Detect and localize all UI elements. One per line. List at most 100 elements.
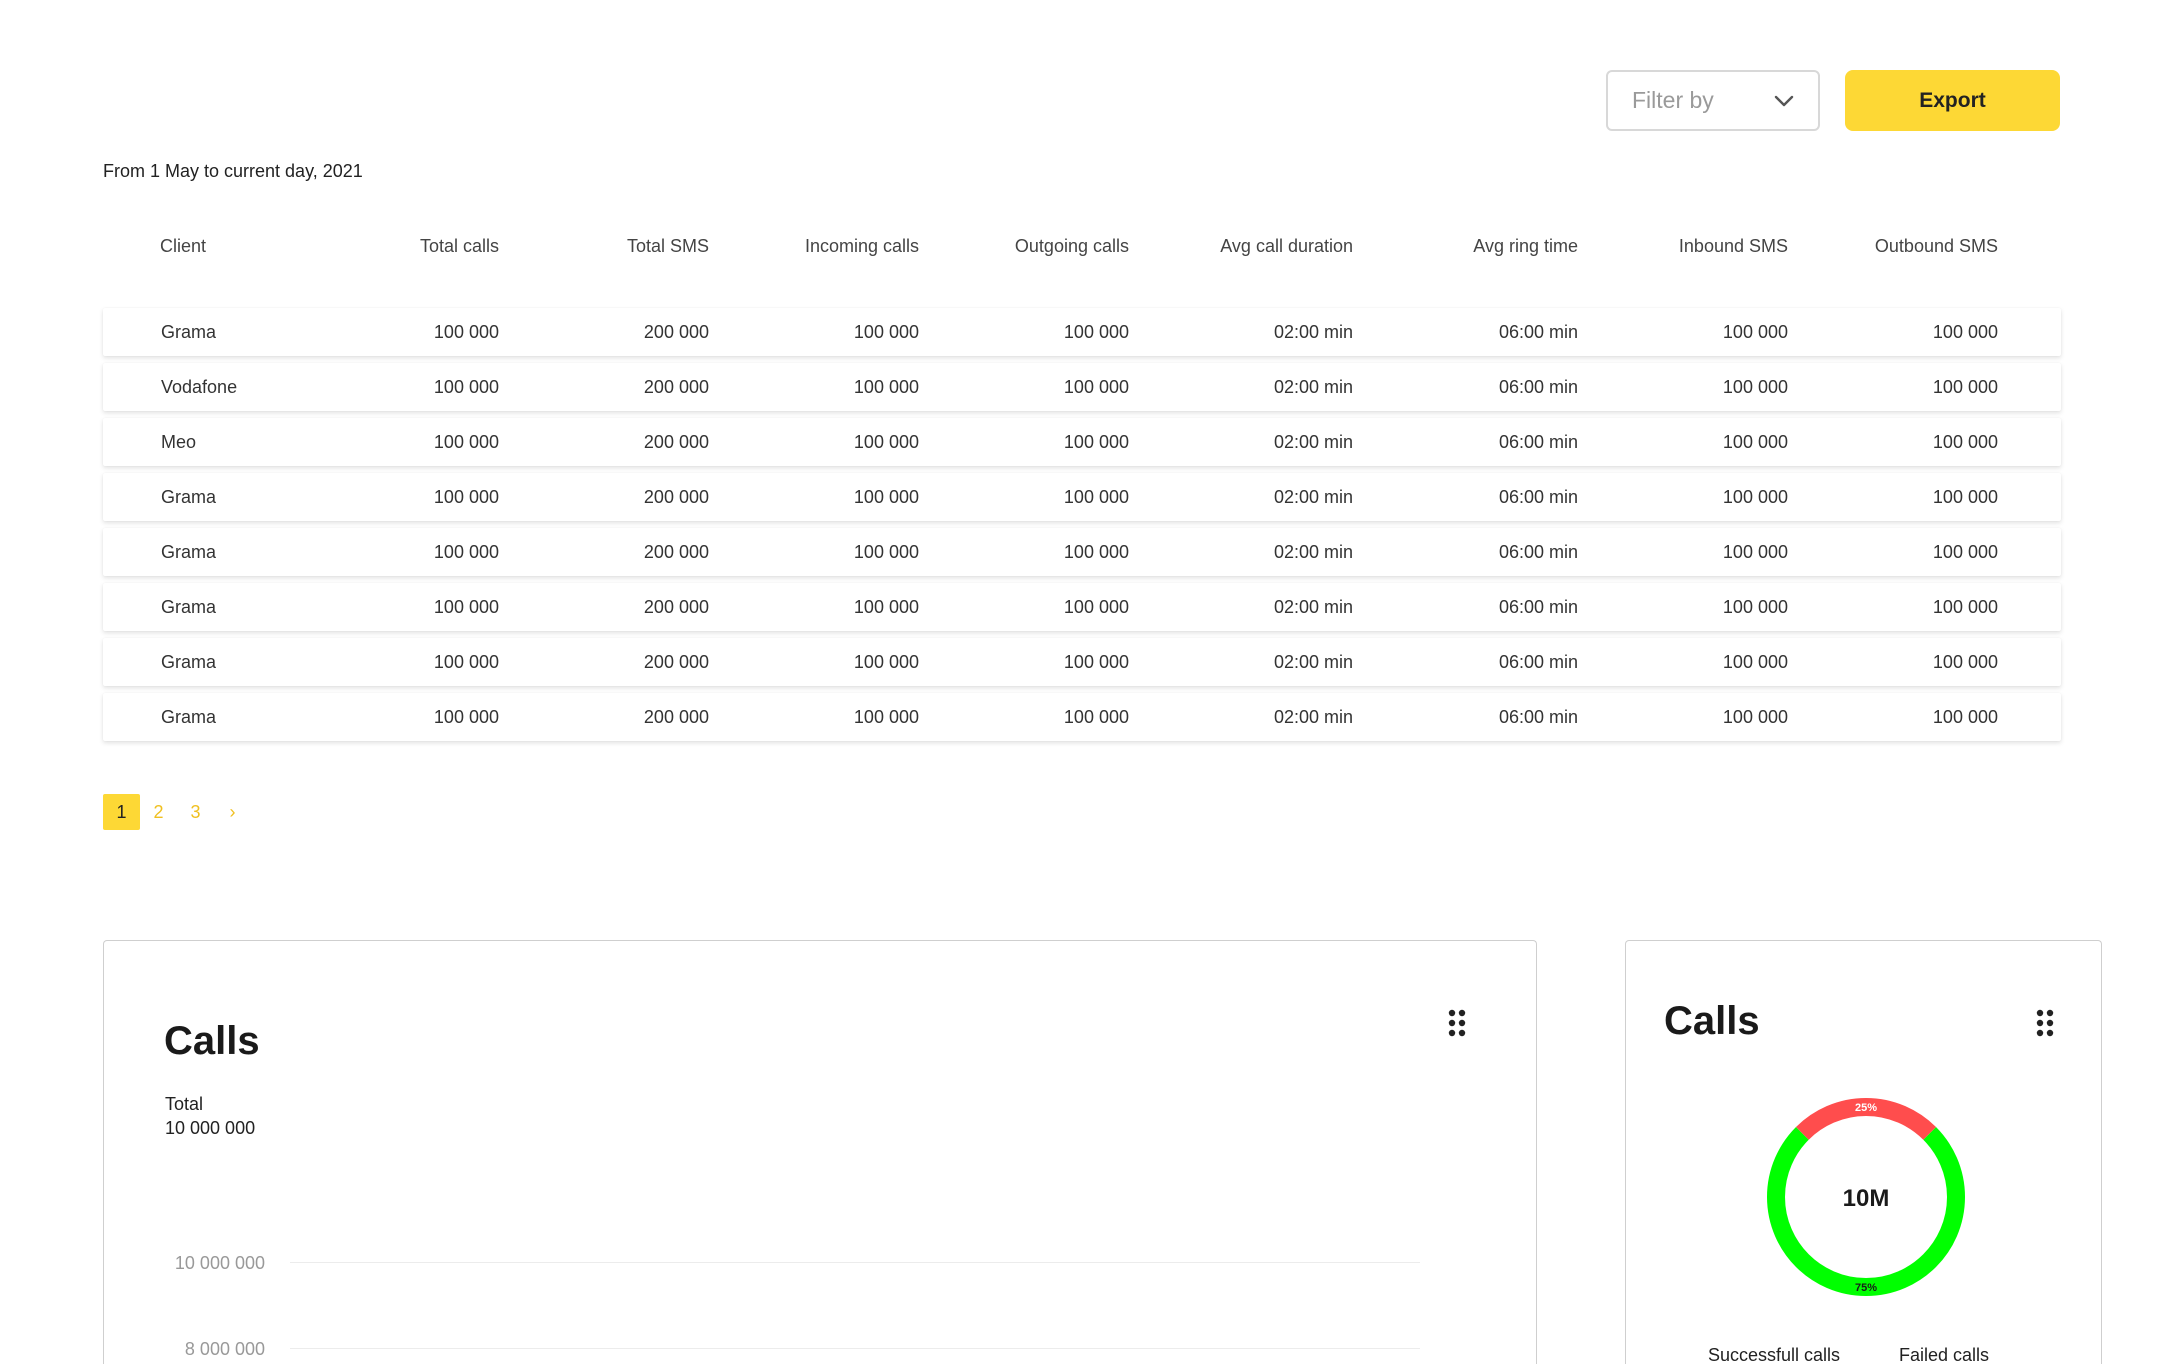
cell-avg-ring-time: 06:00 min — [1498, 707, 1578, 727]
cell-avg-ring-time: 06:00 min — [1498, 487, 1578, 507]
table-row[interactable]: Grama 100 000 200 000 100 000 100 000 02:00 m… — [103, 473, 2061, 521]
cell-client: Vodafone — [161, 377, 238, 397]
cell-outbound-sms: 100 000 — [1932, 322, 1998, 342]
table-row[interactable]: Grama 100 000 200 000 100 000 100 000 02:00 m… — [103, 583, 2061, 631]
cell-avg-call-duration: 02:00 min — [1273, 597, 1353, 617]
page-1-button[interactable]: 1 — [103, 794, 140, 830]
cell-incoming-calls: 100 000 — [853, 432, 919, 452]
page-3-button[interactable]: 3 — [177, 794, 214, 830]
cell-total-sms: 200 000 — [643, 432, 709, 452]
gridline — [290, 1348, 1420, 1349]
gridline — [290, 1262, 1420, 1263]
total-label: Total — [165, 1094, 204, 1114]
cell-outgoing-calls: 100 000 — [1063, 322, 1129, 342]
cell-total-calls: 100 000 — [433, 487, 499, 507]
cell-avg-call-duration: 02:00 min — [1273, 487, 1353, 507]
calls-donut-title: Calls — [1664, 999, 1760, 1043]
next-page-button[interactable]: › — [214, 794, 251, 830]
cell-total-calls: 100 000 — [433, 322, 499, 342]
cell-outgoing-calls: 100 000 — [1063, 377, 1129, 397]
cell-client: Grama — [161, 652, 217, 672]
table-row[interactable]: Grama 100 000 200 000 100 000 100 000 02:00 m… — [103, 693, 2061, 741]
cell-avg-call-duration: 02:00 min — [1273, 652, 1353, 672]
cell-incoming-calls: 100 000 — [853, 597, 919, 617]
cell-total-sms: 200 000 — [643, 597, 709, 617]
cell-outbound-sms: 100 000 — [1932, 652, 1998, 672]
calls-donut-chart: 25% 75% 10M — [1767, 1098, 1965, 1296]
cell-inbound-sms: 100 000 — [1722, 707, 1788, 727]
calls-chart-card: Calls Total 10 000 000 10 000 000 8 000 … — [103, 940, 1537, 1364]
drag-handle-icon[interactable] — [2036, 1009, 2054, 1037]
table-header: Client Total calls Total SMS Incoming ca… — [103, 236, 2061, 272]
calls-card-title: Calls — [164, 1019, 260, 1063]
cell-client: Grama — [161, 707, 217, 727]
failed-percent-label: 25% — [1855, 1102, 1877, 1114]
successful-percent-label: 75% — [1855, 1282, 1877, 1294]
cell-total-calls: 100 000 — [433, 597, 499, 617]
cell-incoming-calls: 100 000 — [853, 487, 919, 507]
col-header-avg-call-duration: Avg call duration — [1220, 236, 1353, 256]
cell-incoming-calls: 100 000 — [853, 377, 919, 397]
page-2-button[interactable]: 2 — [140, 794, 177, 830]
y-tick-label: 10 000 000 — [174, 1253, 265, 1273]
cell-avg-ring-time: 06:00 min — [1498, 542, 1578, 562]
cell-inbound-sms: 100 000 — [1722, 597, 1788, 617]
cell-total-sms: 200 000 — [643, 652, 709, 672]
cell-incoming-calls: 100 000 — [853, 652, 919, 672]
cell-outgoing-calls: 100 000 — [1063, 487, 1129, 507]
table-row[interactable]: Grama 100 000 200 000 100 000 100 000 02:00 m… — [103, 528, 2061, 576]
filter-placeholder: Filter by — [1632, 87, 1714, 113]
table-row[interactable]: Vodafone 100 000 200 000 100 000 100 000 02:0… — [103, 363, 2061, 411]
col-header-client: Client — [160, 236, 207, 256]
col-header-avg-ring-time: Avg ring time — [1473, 236, 1578, 256]
table-row[interactable]: Grama 100 000 200 000 100 000 100 000 02:00 m… — [103, 308, 2061, 356]
cell-incoming-calls: 100 000 — [853, 707, 919, 727]
cell-avg-call-duration: 02:00 min — [1273, 707, 1353, 727]
cell-total-sms: 200 000 — [643, 707, 709, 727]
cell-outbound-sms: 100 000 — [1932, 542, 1998, 562]
cell-outbound-sms: 100 000 — [1932, 487, 1998, 507]
cell-total-sms: 200 000 — [643, 542, 709, 562]
legend-failed-calls: Failed calls — [1899, 1345, 1990, 1364]
cell-inbound-sms: 100 000 — [1722, 487, 1788, 507]
date-range-label: From 1 May to current day, 2021 — [103, 161, 363, 181]
cell-avg-ring-time: 06:00 min — [1498, 597, 1578, 617]
cell-avg-ring-time: 06:00 min — [1498, 377, 1578, 397]
cell-outgoing-calls: 100 000 — [1063, 597, 1129, 617]
col-header-total-calls: Total calls — [419, 236, 499, 256]
cell-avg-ring-time: 06:00 min — [1498, 432, 1578, 452]
cell-total-calls: 100 000 — [433, 432, 499, 452]
cell-avg-call-duration: 02:00 min — [1273, 542, 1353, 562]
col-header-outgoing-calls: Outgoing calls — [1014, 236, 1129, 256]
cell-outbound-sms: 100 000 — [1932, 707, 1998, 727]
col-header-inbound-sms: Inbound SMS — [1678, 236, 1788, 256]
calls-donut-card: Calls 25% 75% 10M Successfull calls Fail… — [1625, 940, 2102, 1364]
filter-dropdown[interactable]: Filter by — [1606, 70, 1820, 131]
cell-avg-call-duration: 02:00 min — [1273, 322, 1353, 342]
cell-total-calls: 100 000 — [433, 542, 499, 562]
cell-inbound-sms: 100 000 — [1722, 432, 1788, 452]
pagination: 1 2 3 › — [103, 794, 251, 830]
cell-total-calls: 100 000 — [433, 707, 499, 727]
total-value: 10 000 000 — [165, 1118, 256, 1138]
cell-client: Grama — [161, 597, 217, 617]
drag-handle-icon[interactable] — [1448, 1009, 1466, 1037]
cell-total-calls: 100 000 — [433, 377, 499, 397]
cell-total-sms: 200 000 — [643, 487, 709, 507]
page: Filter by Export From 1 May to current d… — [0, 0, 2184, 1364]
cell-avg-ring-time: 06:00 min — [1498, 322, 1578, 342]
col-header-outbound-sms: Outbound SMS — [1874, 236, 1998, 256]
cell-outgoing-calls: 100 000 — [1063, 542, 1129, 562]
cell-avg-ring-time: 06:00 min — [1498, 652, 1578, 672]
cell-inbound-sms: 100 000 — [1722, 652, 1788, 672]
legend-successful-calls: Successfull calls — [1708, 1345, 1841, 1364]
y-tick-label: 8 000 000 — [184, 1339, 265, 1359]
table-row[interactable]: Meo 100 000 200 000 100 000 100 000 02:00 min… — [103, 418, 2061, 466]
export-button[interactable]: Export — [1845, 70, 2060, 131]
cell-outgoing-calls: 100 000 — [1063, 652, 1129, 672]
cell-client: Grama — [161, 322, 217, 342]
table-row[interactable]: Grama 100 000 200 000 100 000 100 000 02:00 m… — [103, 638, 2061, 686]
cell-outbound-sms: 100 000 — [1932, 432, 1998, 452]
cell-avg-call-duration: 02:00 min — [1273, 377, 1353, 397]
cell-outbound-sms: 100 000 — [1932, 597, 1998, 617]
